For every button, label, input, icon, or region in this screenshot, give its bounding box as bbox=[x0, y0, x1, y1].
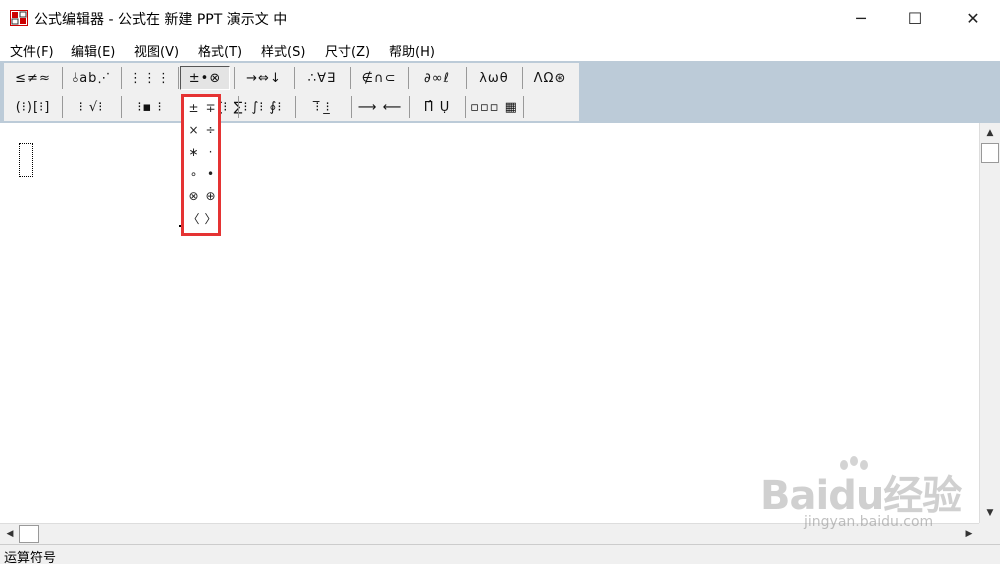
vertical-scrollbar[interactable]: ▲ ▼ bbox=[979, 123, 1000, 523]
subscript-superscript-templates-button[interactable]: ⁝▪ ⁝ bbox=[125, 95, 175, 119]
equation-editor-app-icon bbox=[10, 10, 28, 26]
toolbar-separator bbox=[234, 67, 235, 89]
toolbar-separator bbox=[350, 67, 351, 89]
toolbar-separator bbox=[295, 96, 296, 118]
baidu-watermark: Baidu经验 jingyan.baidu.com bbox=[760, 455, 962, 535]
minimize-button[interactable]: ─ bbox=[838, 0, 884, 36]
circled-times-symbol[interactable]: ⊗ bbox=[185, 185, 202, 207]
toolbar-separator bbox=[62, 96, 63, 118]
symbol-toolbar: ≤≠≈ ⫰ab⋰ ⋮⋮⋮ ±•⊗ →⇔↓ ∴∀∃ ∉∩⊂ ∂∞ℓ λωθ ΛΩ⊛… bbox=[0, 61, 1000, 123]
menu-edit[interactable]: 编辑(E) bbox=[71, 41, 115, 60]
maximize-icon: ☐ bbox=[907, 8, 923, 28]
status-text: 运算符号 bbox=[4, 551, 57, 564]
toolbar-separator bbox=[409, 96, 410, 118]
toolbar-separator bbox=[62, 67, 63, 89]
toolbar-separator bbox=[121, 96, 122, 118]
scroll-left-arrow-icon[interactable]: ◀ bbox=[2, 524, 18, 544]
toolbar-row-symbols: ≤≠≈ ⫰ab⋰ ⋮⋮⋮ ±•⊗ →⇔↓ ∴∀∃ ∉∩⊂ ∂∞ℓ λωθ ΛΩ⊛ bbox=[4, 64, 579, 92]
ring-operator-symbol[interactable]: ∘ bbox=[185, 163, 202, 185]
logical-symbols-button[interactable]: ∴∀∃ bbox=[297, 66, 347, 90]
greek-lowercase-button[interactable]: λωθ bbox=[469, 66, 519, 90]
toolbar-separator bbox=[238, 96, 239, 118]
minimize-icon: ─ bbox=[856, 8, 866, 28]
left-angle-bracket-symbol[interactable]: 〈 bbox=[185, 207, 202, 229]
menu-size[interactable]: 尺寸(Z) bbox=[325, 41, 370, 60]
summation-templates-button[interactable]: ∑⁝ ∑⁝ bbox=[214, 95, 248, 119]
menu-style[interactable]: 样式(S) bbox=[261, 41, 305, 60]
toolbar-palettes: ≤≠≈ ⫰ab⋰ ⋮⋮⋮ ±•⊗ →⇔↓ ∴∀∃ ∉∩⊂ ∂∞ℓ λωθ ΛΩ⊛… bbox=[4, 63, 579, 121]
watermark-url: jingyan.baidu.com bbox=[804, 514, 934, 530]
scroll-right-arrow-icon[interactable]: ▶ bbox=[961, 524, 977, 544]
arrow-symbols-button[interactable]: →⇔↓ bbox=[237, 66, 291, 90]
toolbar-separator bbox=[522, 67, 523, 89]
fence-templates-button[interactable]: (⁝)[⁝] bbox=[8, 95, 58, 119]
integral-templates-button[interactable]: ∫⁝ ∮⁝ bbox=[242, 95, 292, 119]
toolbar-separator bbox=[523, 96, 524, 118]
toolbar-separator bbox=[121, 67, 122, 89]
status-bar: 运算符号 bbox=[0, 544, 1000, 564]
minus-plus-symbol[interactable]: ∓ bbox=[202, 97, 219, 119]
products-set-theory-templates-button[interactable]: Π̂ Ụ bbox=[412, 95, 462, 119]
paw-logo-icon bbox=[840, 456, 868, 470]
menu-format[interactable]: 格式(T) bbox=[198, 41, 242, 60]
right-angle-bracket-symbol[interactable]: 〉 bbox=[202, 207, 219, 229]
toolbar-separator bbox=[465, 96, 466, 118]
operator-symbols-palette: ± ∓ × ÷ ∗ · ∘ • ⊗ ⊕ 〈 〉 bbox=[181, 94, 221, 236]
scroll-up-arrow-icon[interactable]: ▲ bbox=[980, 125, 1000, 141]
menu-file[interactable]: 文件(F) bbox=[10, 41, 54, 60]
circled-plus-symbol[interactable]: ⊕ bbox=[202, 185, 219, 207]
relational-symbols-button[interactable]: ≤≠≈ bbox=[8, 66, 58, 90]
vertical-scroll-thumb[interactable] bbox=[981, 143, 999, 163]
menu-help[interactable]: 帮助(H) bbox=[389, 41, 435, 60]
close-icon: ✕ bbox=[966, 8, 980, 28]
operator-symbols-button[interactable]: ±•⊗ bbox=[180, 66, 230, 90]
close-button[interactable]: ✕ bbox=[950, 0, 996, 36]
fraction-radical-templates-button[interactable]: ⁝ √⁝ bbox=[66, 95, 116, 119]
divide-symbol[interactable]: ÷ bbox=[202, 119, 219, 141]
greek-uppercase-button[interactable]: ΛΩ⊛ bbox=[525, 66, 575, 90]
center-dot-symbol[interactable]: · bbox=[202, 141, 219, 163]
misc-symbols-button[interactable]: ∂∞ℓ bbox=[411, 66, 463, 90]
toolbar-separator bbox=[408, 67, 409, 89]
bullet-symbol[interactable]: • bbox=[202, 163, 219, 185]
toolbar-separator bbox=[294, 67, 295, 89]
embellishments-button[interactable]: ⋮⋮⋮ bbox=[125, 66, 175, 90]
overbar-underbar-templates-button[interactable]: ⁝̅ ⁝̲ bbox=[298, 95, 348, 119]
menu-view[interactable]: 视图(V) bbox=[134, 41, 179, 60]
scrollbar-corner bbox=[979, 523, 1000, 544]
times-symbol[interactable]: × bbox=[185, 119, 202, 141]
labeled-arrow-templates-button[interactable]: ⟶ ⟵ bbox=[354, 95, 406, 119]
maximize-button[interactable]: ☐ bbox=[892, 0, 938, 36]
scroll-down-arrow-icon[interactable]: ▼ bbox=[980, 505, 1000, 521]
toolbar-separator bbox=[351, 96, 352, 118]
title-bar: 公式编辑器 - 公式在 新建 PPT 演示文 中 ─ ☐ ✕ bbox=[0, 0, 1000, 36]
plus-minus-symbol[interactable]: ± bbox=[185, 97, 202, 119]
horizontal-scroll-thumb[interactable] bbox=[19, 525, 39, 543]
empty-slot-placeholder[interactable] bbox=[19, 143, 33, 177]
menu-bar: 文件(F) 编辑(E) 视图(V) 格式(T) 样式(S) 尺寸(Z) 帮助(H… bbox=[0, 37, 1000, 61]
window-title: 公式编辑器 - 公式在 新建 PPT 演示文 中 bbox=[34, 12, 288, 28]
set-theory-symbols-button[interactable]: ∉∩⊂ bbox=[353, 66, 405, 90]
asterisk-operator-symbol[interactable]: ∗ bbox=[185, 141, 202, 163]
toolbar-row-templates: (⁝)[⁝] ⁝ √⁝ ⁝▪ ⁝ ∑⁝ ∑⁝ ∫⁝ ∮⁝ ⁝̅ ⁝̲ ⟶ ⟵ Π… bbox=[4, 93, 579, 121]
matrix-templates-button[interactable]: ▫▫▫ ▦ bbox=[468, 95, 520, 119]
spaces-ellipses-button[interactable]: ⫰ab⋰ bbox=[66, 66, 118, 90]
toolbar-separator bbox=[466, 67, 467, 89]
toolbar-separator bbox=[178, 67, 179, 89]
